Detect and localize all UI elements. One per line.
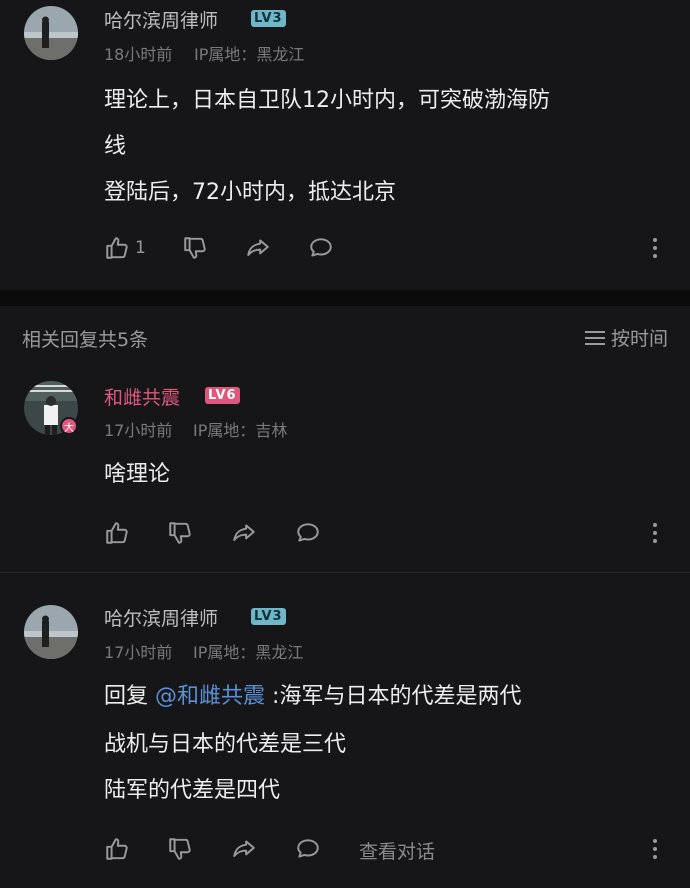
share-button[interactable] xyxy=(229,834,259,864)
avatar[interactable] xyxy=(24,6,78,60)
avatar[interactable] xyxy=(24,605,78,659)
username[interactable]: 哈尔滨周律师 xyxy=(104,6,218,33)
share-icon xyxy=(233,840,255,858)
timestamp: 17小时前 xyxy=(104,421,173,440)
more-icon[interactable] xyxy=(645,233,665,263)
share-button[interactable] xyxy=(229,518,259,548)
share-icon xyxy=(247,239,269,257)
thumbs-up-icon xyxy=(106,237,128,259)
more-icon[interactable] xyxy=(645,518,665,548)
view-dialog-link[interactable]: 查看对话 xyxy=(359,837,435,864)
like-button[interactable] xyxy=(102,233,132,263)
sort-label: 按时间 xyxy=(610,328,668,350)
more-icon[interactable] xyxy=(645,834,665,864)
thumbs-up-icon xyxy=(106,838,128,860)
comment-line: 登陆后，72小时内，抵达北京 xyxy=(104,180,396,205)
level-badge: LV3 xyxy=(251,10,286,27)
replies-section: 相关回复共5条 按时间 大 和雌共震 LV6 17小时前 IP属地：吉林 啥理论 xyxy=(0,306,690,888)
comment-line: 理论上，日本自卫队12小时内，可突破渤海防 xyxy=(104,88,550,113)
dislike-button[interactable] xyxy=(165,518,195,548)
comment-button[interactable] xyxy=(306,233,336,263)
username[interactable]: 和雌共震 xyxy=(104,383,180,410)
reply-divider xyxy=(0,572,690,573)
ip-location: IP属地：黑龙江 xyxy=(193,643,304,662)
ip-location: IP属地：吉林 xyxy=(193,421,288,440)
level-badge: LV6 xyxy=(205,387,240,404)
reply-line: 回复 @和雌共震 :海军与日本的代差是两代 xyxy=(104,674,521,720)
timestamp: 17小时前 xyxy=(104,643,173,662)
share-button[interactable] xyxy=(243,233,273,263)
sort-icon xyxy=(584,330,605,345)
comment-button[interactable] xyxy=(293,834,323,864)
thumbs-down-icon xyxy=(184,237,206,259)
comment-icon xyxy=(310,238,332,257)
reply-prefix: 回复 xyxy=(104,684,149,709)
username[interactable]: 哈尔滨周律师 xyxy=(104,604,218,631)
comment-icon xyxy=(297,839,319,858)
like-button[interactable] xyxy=(102,834,132,864)
replies-count-title: 相关回复共5条 xyxy=(22,329,149,351)
share-icon xyxy=(233,524,255,542)
comment-icon xyxy=(297,523,319,542)
like-button[interactable] xyxy=(102,518,132,548)
top-comment: 哈尔滨周律师 LV3 18小时前 IP属地：黑龙江 理论上，日本自卫队12小时内… xyxy=(0,0,690,290)
reply-text: 啥理论 xyxy=(104,462,171,487)
section-separator xyxy=(0,290,690,306)
thumbs-down-icon xyxy=(169,838,191,860)
thumbs-down-icon xyxy=(169,522,191,544)
timestamp: 18小时前 xyxy=(104,45,173,64)
reply-text: :海军与日本的代差是两代 xyxy=(272,684,522,709)
reply-line: 战机与日本的代差是三代 xyxy=(104,732,347,757)
sort-button[interactable]: 按时间 xyxy=(584,324,668,351)
mention-link[interactable]: @和雌共震 xyxy=(155,684,265,709)
user-badge-icon: 大 xyxy=(60,417,78,435)
dislike-button[interactable] xyxy=(180,233,210,263)
level-badge: LV3 xyxy=(251,608,286,625)
comment-line: 线 xyxy=(104,134,127,159)
ip-location: IP属地：黑龙江 xyxy=(194,45,305,64)
dislike-button[interactable] xyxy=(165,834,195,864)
thumbs-up-icon xyxy=(106,522,128,544)
reply-line: 陆军的代差是四代 xyxy=(104,778,281,803)
comment-button[interactable] xyxy=(293,518,323,548)
like-count: 1 xyxy=(135,238,146,258)
